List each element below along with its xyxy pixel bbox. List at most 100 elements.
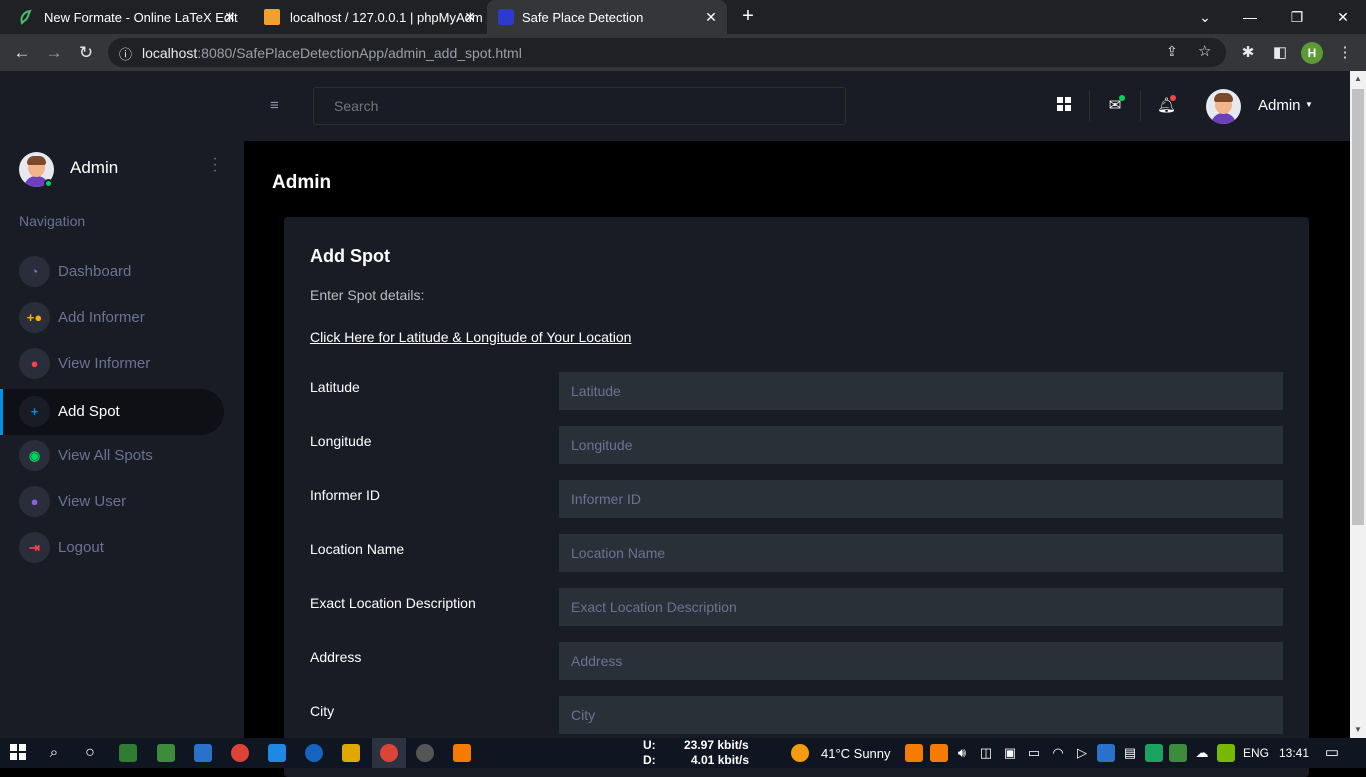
overleaf-icon xyxy=(18,9,34,25)
profile-avatar[interactable]: H xyxy=(1301,42,1323,64)
settings-icon[interactable] xyxy=(416,744,434,762)
search-icon[interactable]: ⌕ xyxy=(45,744,63,762)
city-input[interactable] xyxy=(559,696,1283,734)
tab-search-icon[interactable]: ⌄ xyxy=(1195,7,1215,27)
chrome-active-icon[interactable] xyxy=(380,744,398,762)
scroll-up-icon[interactable]: ▲ xyxy=(1350,71,1366,87)
latitude-input[interactable] xyxy=(559,372,1283,410)
tray-app-icon[interactable]: ▣ xyxy=(1001,744,1019,762)
chevron-down-icon[interactable]: ▼ xyxy=(1305,100,1313,109)
grid-icon[interactable] xyxy=(1055,97,1073,115)
cortana-icon[interactable]: ○ xyxy=(81,744,99,762)
navbar-user-name[interactable]: Admin xyxy=(1258,97,1301,114)
page-scrollbar[interactable]: ▲ ▼ xyxy=(1350,71,1366,738)
location-description-input[interactable] xyxy=(559,588,1283,626)
person-icon: ● xyxy=(19,348,50,379)
sidebar-item-dashboard[interactable]: ◔ Dashboard xyxy=(0,249,224,295)
volume-icon[interactable]: 🔊︎ xyxy=(953,744,971,762)
sidebar-item-label: View User xyxy=(58,493,127,510)
forward-icon[interactable]: → xyxy=(44,43,64,63)
browser-tab-latex[interactable]: New Formate - Online LaTeX Edit ✕ xyxy=(0,0,246,34)
close-tab-icon[interactable]: ✕ xyxy=(222,9,238,25)
zoom-icon[interactable] xyxy=(305,744,323,762)
keyboard-icon[interactable]: ▤ xyxy=(1121,744,1139,762)
reload-icon[interactable]: ↻ xyxy=(76,43,96,63)
informer-id-input[interactable] xyxy=(559,480,1283,518)
info-icon[interactable]: ⓘ xyxy=(119,44,132,63)
tray-app-icon[interactable] xyxy=(1169,744,1187,762)
wifi-icon[interactable]: ◠ xyxy=(1049,744,1067,762)
person-add-icon: +● xyxy=(19,302,50,333)
more-vertical-icon[interactable]: · · · xyxy=(209,151,221,179)
latitude-label: Latitude xyxy=(310,379,360,395)
page-title: Admin xyxy=(272,172,332,193)
side-panel-icon[interactable]: ◧ xyxy=(1270,43,1290,63)
location-link[interactable]: Click Here for Latitude & Longitude of Y… xyxy=(310,329,631,345)
language-indicator[interactable]: ENG xyxy=(1243,746,1269,760)
close-tab-icon[interactable]: ✕ xyxy=(462,9,478,25)
sidebar-item-add-spot[interactable]: + Add Spot xyxy=(0,389,224,435)
sidebar-item-view-all-spots[interactable]: ◉ View All Spots xyxy=(0,433,224,479)
xampp-tray-icon[interactable] xyxy=(905,744,923,762)
xampp-icon[interactable] xyxy=(453,744,471,762)
tray-app-icon[interactable] xyxy=(1097,744,1115,762)
search-input[interactable] xyxy=(313,87,846,125)
sidebar: Admin · · · Navigation ◔ Dashboard +● Add … xyxy=(0,71,244,738)
windows-start-icon[interactable] xyxy=(9,744,27,762)
online-status-dot xyxy=(44,179,53,188)
longitude-input[interactable] xyxy=(559,426,1283,464)
browser-tab-bar: New Formate - Online LaTeX Edit ✕ localh… xyxy=(0,0,1366,34)
vscode-icon[interactable] xyxy=(268,744,286,762)
sidebar-item-view-user[interactable]: ● View User xyxy=(0,479,224,525)
file-explorer-icon[interactable] xyxy=(342,744,360,762)
tray-app-icon[interactable] xyxy=(1145,744,1163,762)
address-bar[interactable]: ⓘ localhost:8080/SafePlaceDetectionApp/a… xyxy=(108,38,1226,67)
plus-icon: + xyxy=(19,396,50,427)
sidebar-item-add-informer[interactable]: +● Add Informer xyxy=(0,295,224,341)
close-window-icon[interactable]: ✕ xyxy=(1333,7,1353,27)
sidebar-user-name: Admin xyxy=(70,158,119,177)
divider xyxy=(1089,91,1090,121)
url-text: localhost:8080/SafePlaceDetectionApp/adm… xyxy=(142,45,522,61)
clock[interactable]: 13:41 xyxy=(1279,746,1309,760)
weather-text[interactable]: 41°C Sunny xyxy=(821,746,891,761)
nvidia-icon[interactable] xyxy=(1217,744,1235,762)
share-icon[interactable]: ⇪ xyxy=(1166,43,1178,60)
app-icon[interactable] xyxy=(119,744,137,762)
back-icon[interactable]: ← xyxy=(12,43,32,63)
sidebar-item-label: View All Spots xyxy=(58,447,153,464)
bookmark-star-icon[interactable]: ☆ xyxy=(1198,42,1211,60)
photos-icon[interactable] xyxy=(157,744,175,762)
sun-weather-icon[interactable] xyxy=(791,744,809,762)
hamburger-menu-icon[interactable]: ≡ xyxy=(270,97,279,114)
chrome-icon[interactable] xyxy=(231,744,249,762)
xampp-tray-icon-2[interactable] xyxy=(930,744,948,762)
browser-tab-phpmyadmin[interactable]: localhost / 127.0.0.1 | phpMyAdm ✕ xyxy=(246,0,486,34)
menu-icon[interactable]: ⋮ xyxy=(1335,43,1355,63)
address-input[interactable] xyxy=(559,642,1283,680)
location-name-input[interactable] xyxy=(559,534,1283,572)
sidebar-item-label: Add Informer xyxy=(58,309,145,326)
scrollbar-thumb[interactable] xyxy=(1352,89,1364,525)
extensions-icon[interactable]: ✱ xyxy=(1238,43,1258,63)
sidebar-item-label: Dashboard xyxy=(58,263,132,280)
person-icon: ● xyxy=(19,486,50,517)
notifications-icon[interactable]: ▭ xyxy=(1323,744,1341,762)
bootstrap-icon xyxy=(498,9,514,25)
restore-icon[interactable]: ❐ xyxy=(1287,7,1307,27)
meet-now-icon[interactable]: ▷ xyxy=(1073,744,1091,762)
battery-icon[interactable]: ▭ xyxy=(1025,744,1043,762)
phpmyadmin-icon xyxy=(264,9,280,25)
cloud-icon[interactable]: ☁ xyxy=(1193,744,1211,762)
city-label: City xyxy=(310,703,335,719)
sidebar-item-logout[interactable]: ⇥ Logout xyxy=(0,525,224,571)
browser-tab-safe-place[interactable]: Safe Place Detection ✕ xyxy=(487,0,727,34)
sidebar-item-view-informer[interactable]: ● View Informer xyxy=(0,341,224,387)
new-tab-icon[interactable]: + xyxy=(738,6,758,26)
scroll-down-icon[interactable]: ▼ xyxy=(1350,722,1366,738)
tray-app-icon[interactable]: ◫ xyxy=(977,744,995,762)
minimize-icon[interactable]: — xyxy=(1240,7,1260,27)
navbar-avatar[interactable] xyxy=(1206,89,1241,124)
mail-app-icon[interactable] xyxy=(194,744,212,762)
close-tab-icon[interactable]: ✕ xyxy=(703,9,719,25)
